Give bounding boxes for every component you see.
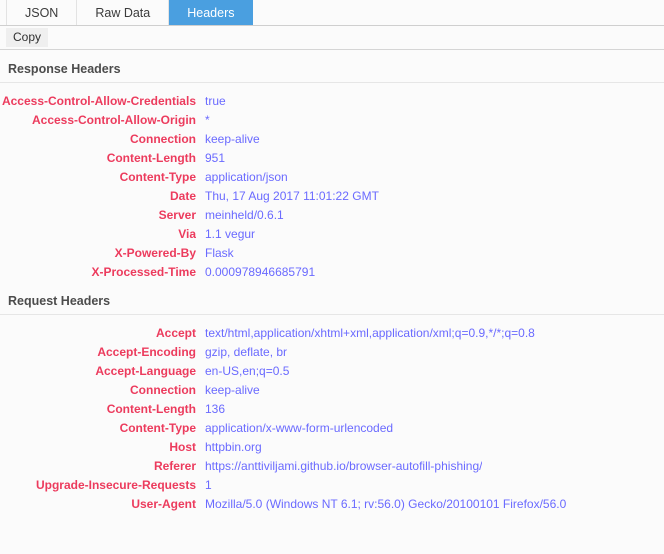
- header-name: Content-Length: [106, 151, 196, 165]
- header-row[interactable]: Access-Control-Allow-Credentials true: [0, 92, 664, 111]
- header-row[interactable]: Content-Length 951: [0, 149, 664, 168]
- header-value: keep-alive: [205, 383, 260, 397]
- header-row[interactable]: Date Thu, 17 Aug 2017 11:01:22 GMT: [0, 187, 664, 206]
- header-name: Accept-Encoding: [97, 345, 196, 359]
- header-row[interactable]: Accept-Encoding gzip, deflate, br: [0, 343, 664, 362]
- header-row[interactable]: Access-Control-Allow-Origin *: [0, 111, 664, 130]
- tab-json[interactable]: JSON: [6, 0, 78, 25]
- header-name: Accept: [155, 326, 196, 340]
- header-name: Server: [158, 208, 196, 222]
- header-value: keep-alive: [205, 132, 260, 146]
- header-row[interactable]: X-Processed-Time 0.000978946685791: [0, 263, 664, 282]
- header-name: Content-Type: [119, 170, 196, 184]
- header-list: Accept text/html,application/xhtml+xml,ap…: [0, 315, 664, 514]
- header-name: Connection: [130, 132, 196, 146]
- header-name: X-Powered-By: [114, 246, 196, 260]
- header-name: Date: [169, 189, 196, 203]
- section-request-headers: Request Headers Accept text/html,applicati…: [0, 294, 664, 514]
- section-response-headers: Response Headers Access-Control-Allow-Cre…: [0, 62, 664, 282]
- header-value: 0.000978946685791: [205, 265, 316, 279]
- header-value: https://anttiviljami.github.io/browser-a…: [205, 459, 483, 473]
- tab-bar: JSON Raw Data Headers: [0, 0, 664, 26]
- header-name: Referer: [153, 459, 196, 473]
- copy-button[interactable]: Copy: [6, 27, 49, 48]
- header-value: 1: [205, 478, 212, 492]
- header-value: en-US,en;q=0.5: [205, 364, 290, 378]
- header-name: Access-Control-Allow-Credentials: [1, 94, 196, 108]
- header-row[interactable]: Content-Type application/x-www-form-urlen…: [0, 419, 664, 438]
- header-name: Host: [169, 440, 196, 454]
- header-value: meinheld/0.6.1: [205, 208, 284, 222]
- header-row[interactable]: Referer https://anttiviljami.github.io/br…: [0, 457, 664, 476]
- tab-headers[interactable]: Headers: [169, 0, 254, 25]
- header-value: Mozilla/5.0 (Windows NT 6.1; rv:56.0) Ge…: [205, 497, 567, 511]
- header-row[interactable]: Host httpbin.org: [0, 438, 664, 457]
- header-value: 1.1 vegur: [205, 227, 256, 241]
- header-row[interactable]: Connection keep-alive: [0, 130, 664, 149]
- header-value: application/x-www-form-urlencoded: [205, 421, 394, 435]
- header-row[interactable]: Accept-Language en-US,en;q=0.5: [0, 362, 664, 381]
- header-row[interactable]: User-Agent Mozilla/5.0 (Windows NT 6.1; r…: [0, 495, 664, 514]
- header-row[interactable]: Via 1.1 vegur: [0, 225, 664, 244]
- section-title: Request Headers: [8, 294, 111, 308]
- header-name: Content-Length: [106, 402, 196, 416]
- toolbar: Copy: [0, 26, 664, 50]
- header-row[interactable]: X-Powered-By Flask: [0, 244, 664, 263]
- header-value: *: [205, 113, 210, 127]
- header-value: 136: [205, 402, 226, 416]
- header-row[interactable]: Content-Length 136: [0, 400, 664, 419]
- header-row[interactable]: Accept text/html,application/xhtml+xml,ap…: [0, 324, 664, 343]
- header-name: User-Agent: [131, 497, 196, 511]
- header-value: true: [205, 94, 226, 108]
- header-value: 951: [205, 151, 226, 165]
- header-name: Upgrade-Insecure-Requests: [35, 478, 196, 492]
- section-title: Response Headers: [8, 62, 121, 76]
- header-name: X-Processed-Time: [91, 265, 197, 279]
- header-value: httpbin.org: [205, 440, 262, 454]
- header-value: Flask: [205, 246, 234, 260]
- header-name: Access-Control-Allow-Origin: [31, 113, 196, 127]
- header-list: Access-Control-Allow-Credentials true Acce…: [0, 83, 664, 282]
- header-row[interactable]: Upgrade-Insecure-Requests 1: [0, 476, 664, 495]
- header-value: text/html,application/xhtml+xml,applicat…: [205, 326, 535, 340]
- header-value: Thu, 17 Aug 2017 11:01:22 GMT: [205, 189, 379, 203]
- header-name: Connection: [130, 383, 196, 397]
- headers-panel: Response Headers Access-Control-Allow-Cre…: [0, 62, 664, 514]
- header-value: application/json: [205, 170, 288, 184]
- tab-raw-data[interactable]: Raw Data: [77, 0, 170, 25]
- header-name: Content-Type: [119, 421, 196, 435]
- header-name: Via: [178, 227, 196, 241]
- header-value: gzip, deflate, br: [205, 345, 288, 359]
- header-row[interactable]: Connection keep-alive: [0, 381, 664, 400]
- header-row[interactable]: Content-Type application/json: [0, 168, 664, 187]
- header-name: Accept-Language: [95, 364, 196, 378]
- header-row[interactable]: Server meinheld/0.6.1: [0, 206, 664, 225]
